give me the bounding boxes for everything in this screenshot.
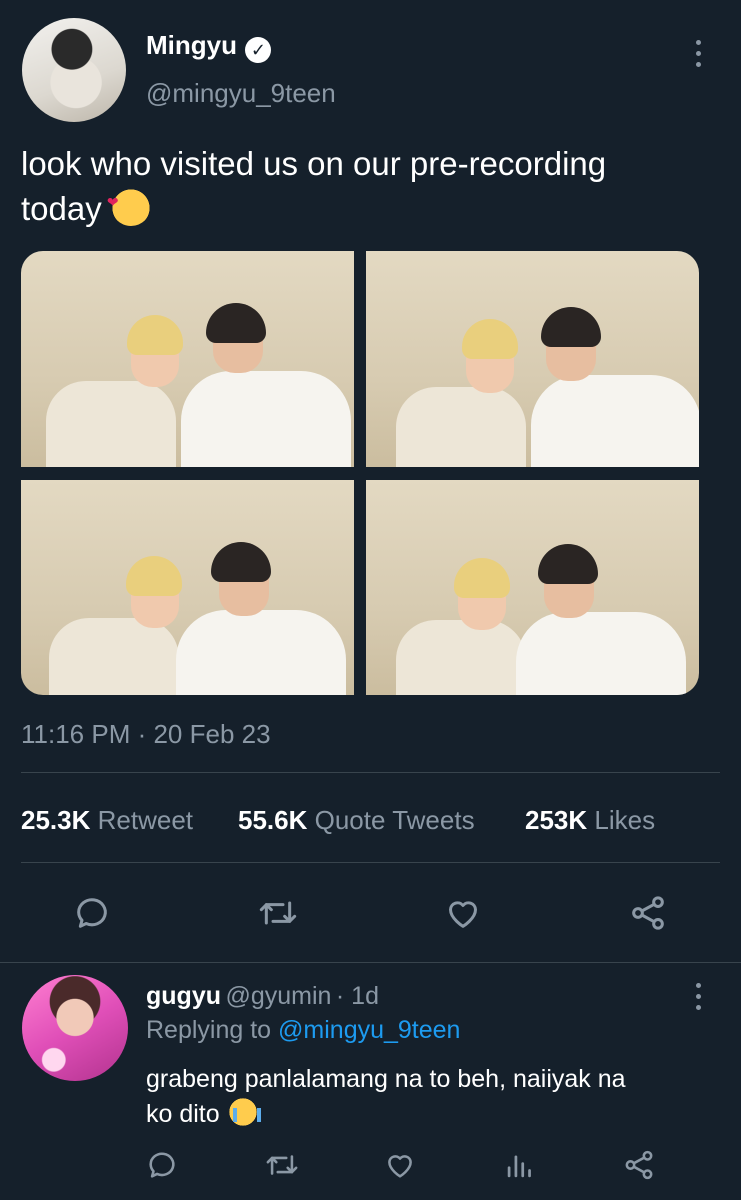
- retweets-stat[interactable]: 25.3K Retweet: [21, 805, 193, 836]
- divider: [0, 962, 741, 963]
- analytics-icon[interactable]: [505, 1148, 535, 1182]
- replying-to-handle-link[interactable]: @mingyu_9teen: [278, 1016, 460, 1044]
- reply-author-name[interactable]: gugyu: [146, 982, 221, 1010]
- replying-to-label: Replying to: [146, 1016, 272, 1044]
- tweet-timestamp[interactable]: 11:16 PM · 20 Feb 23: [21, 719, 271, 750]
- tweet-photo[interactable]: [21, 480, 354, 695]
- photo-grid: [21, 251, 699, 695]
- tweet-text-line: look who visited us on our pre-recording: [21, 145, 607, 182]
- reply-author-handle[interactable]: @gyumin: [225, 982, 331, 1010]
- reply-header: gugyu @gyumin · 1d: [146, 982, 379, 1011]
- divider: [21, 772, 720, 773]
- reply-author-avatar[interactable]: [22, 975, 128, 1081]
- likes-label: Likes: [594, 805, 656, 835]
- likes-count: 253K: [525, 805, 588, 835]
- author-name[interactable]: Mingyu: [146, 30, 237, 60]
- quotes-count: 55.6K: [238, 805, 308, 835]
- more-options-icon[interactable]: [694, 40, 704, 70]
- reply-reply-icon[interactable]: [145, 1148, 179, 1182]
- tweet-text: look who visited us on our pre-recording…: [21, 142, 721, 231]
- reply-text: grabeng panlalamang na to beh, naiiyak n…: [146, 1062, 726, 1131]
- reply-icon[interactable]: [72, 893, 112, 933]
- verified-badge-icon: ✓: [245, 36, 272, 63]
- quotes-label: Quote Tweets: [314, 805, 475, 835]
- share-icon[interactable]: [628, 893, 668, 933]
- tweet-photo[interactable]: [21, 251, 354, 467]
- like-icon[interactable]: [443, 893, 483, 933]
- retweets-count: 25.3K: [21, 805, 91, 835]
- likes-stat[interactable]: 253K Likes: [525, 805, 655, 836]
- reply-age: · 1d: [335, 982, 379, 1010]
- replying-to: Replying to @mingyu_9teen: [146, 1016, 460, 1045]
- reply-retweet-icon[interactable]: [263, 1148, 301, 1182]
- author-name-row[interactable]: Mingyu ✓: [146, 30, 272, 63]
- quote-tweets-stat[interactable]: 55.6K Quote Tweets: [238, 805, 475, 836]
- tweet-photo[interactable]: [366, 251, 699, 467]
- retweets-label: Retweet: [97, 805, 194, 835]
- reply-text-line: ko dito: [146, 1100, 220, 1128]
- reply-more-options-icon[interactable]: [694, 983, 704, 1013]
- loudly-crying-face-icon: [226, 1096, 261, 1128]
- author-handle[interactable]: @mingyu_9teen: [146, 78, 336, 109]
- tweet-photo[interactable]: [366, 480, 699, 695]
- reply-like-icon[interactable]: [383, 1148, 417, 1182]
- reply-text-line: grabeng panlalamang na to beh, naiiyak n…: [146, 1065, 626, 1093]
- smiling-face-with-hearts-icon: [107, 180, 151, 226]
- retweet-icon[interactable]: [256, 893, 300, 933]
- author-avatar[interactable]: [22, 18, 126, 122]
- reply-share-icon[interactable]: [622, 1148, 656, 1182]
- tweet-text-line: today: [21, 190, 102, 227]
- divider: [21, 862, 720, 863]
